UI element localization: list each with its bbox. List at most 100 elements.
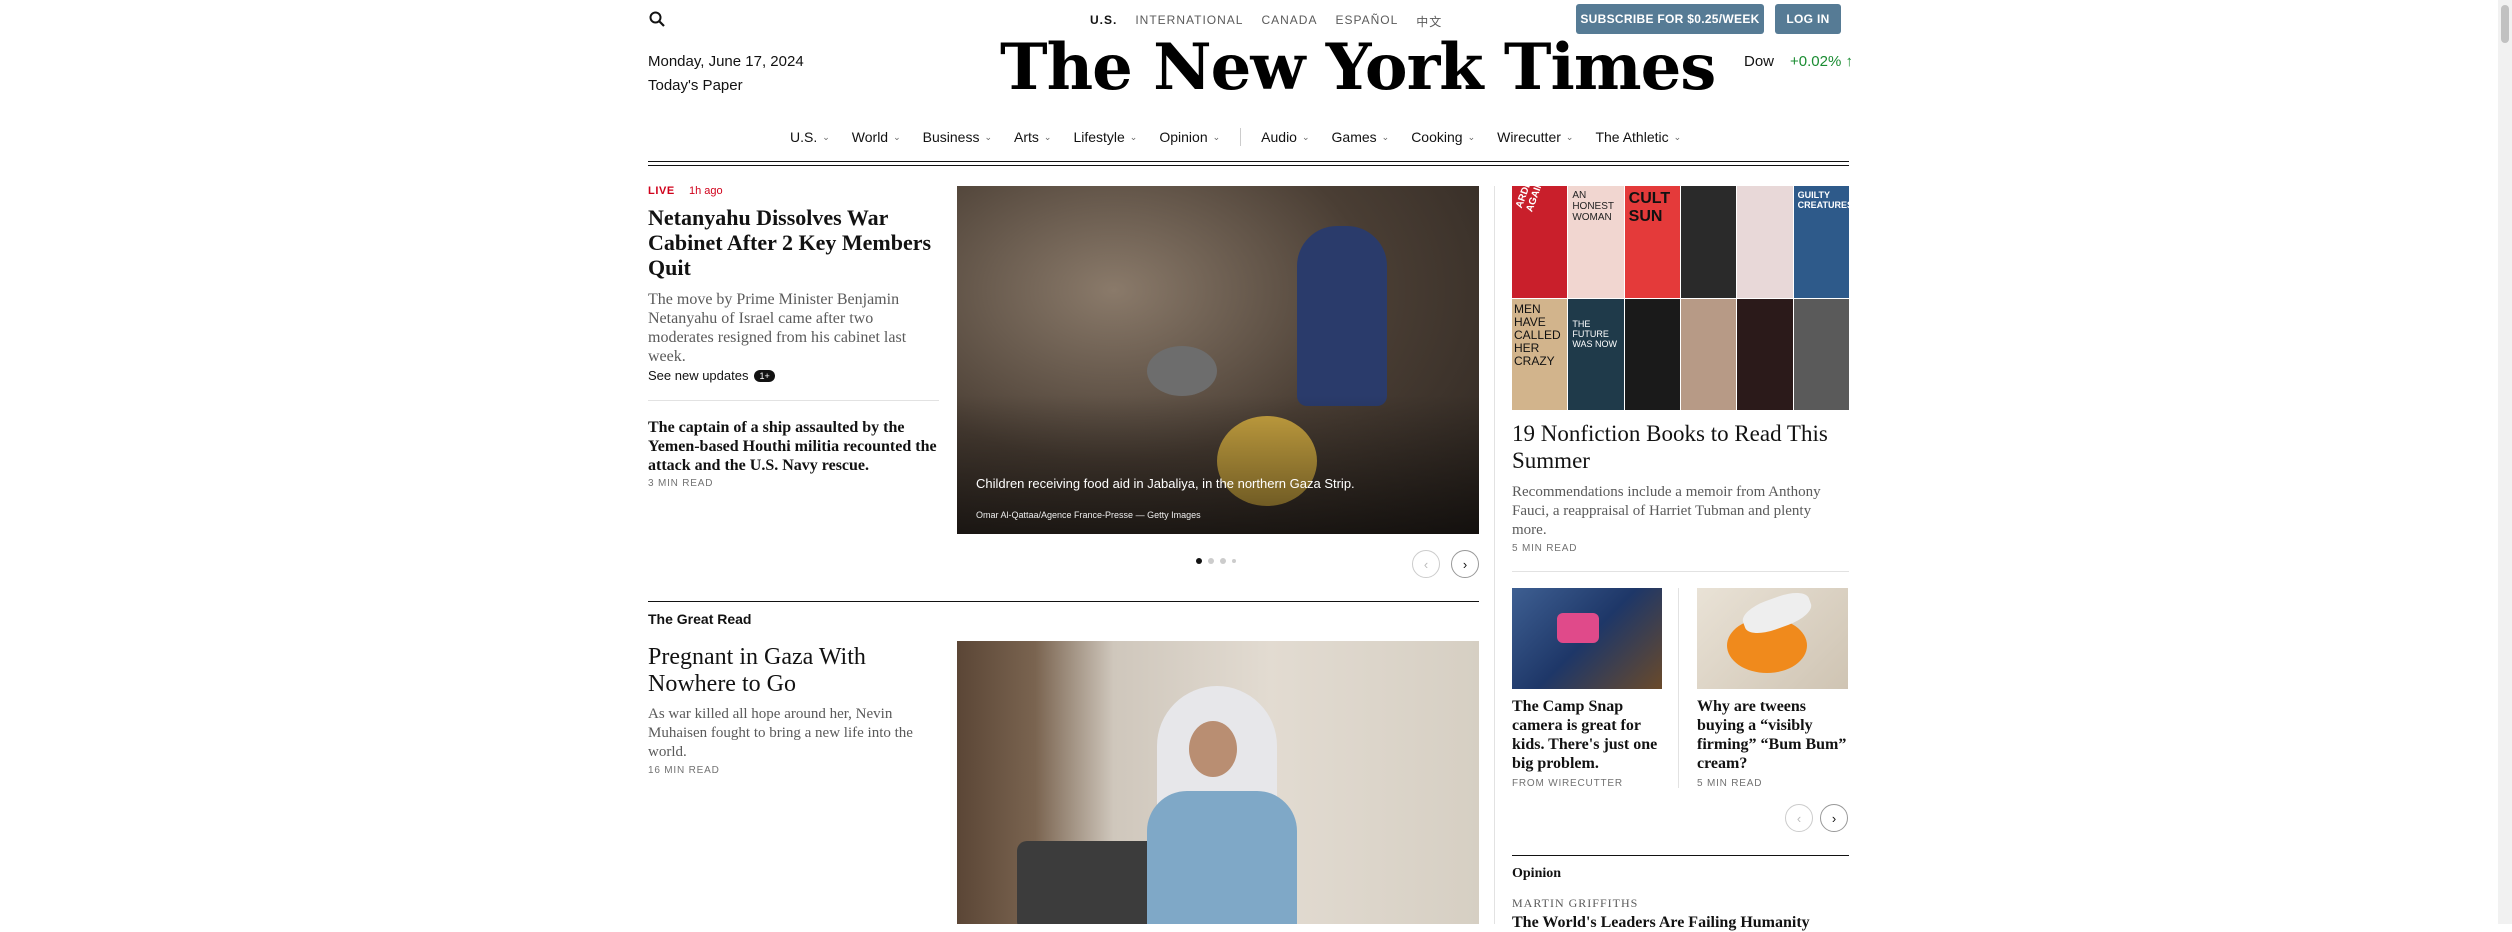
nav-divider bbox=[1240, 128, 1242, 146]
edition-international[interactable]: INTERNATIONAL bbox=[1135, 13, 1243, 30]
photo-credit: Omar Al-Qattaa/Agence France-Presse — Ge… bbox=[976, 510, 1201, 520]
chevron-down-icon: ⌄ bbox=[1129, 131, 1138, 142]
nav-item-arts[interactable]: Arts ⌄ bbox=[1014, 129, 1051, 145]
updates-count-badge: 1+ bbox=[754, 369, 775, 382]
books-headline[interactable]: 19 Nonfiction Books to Read This Summer bbox=[1512, 420, 1849, 474]
great-read-summary[interactable]: As war killed all hope around her, Nevin… bbox=[648, 705, 918, 762]
great-read-photo[interactable] bbox=[957, 641, 1479, 924]
nav-item-audio[interactable]: Audio ⌄ bbox=[1261, 129, 1309, 145]
section-label[interactable]: The Great Read bbox=[648, 611, 751, 627]
section-rule bbox=[648, 601, 1479, 602]
book-cover bbox=[1680, 298, 1737, 410]
nav-item-us[interactable]: U.S. ⌄ bbox=[790, 129, 830, 145]
nav-item-athletic[interactable]: The Athletic ⌄ bbox=[1595, 129, 1681, 145]
bum-bum-cream-photo[interactable] bbox=[1697, 588, 1848, 689]
secondary-headline[interactable]: The captain of a ship assaulted by the Y… bbox=[648, 418, 939, 475]
nav-item-label: Games bbox=[1331, 129, 1377, 145]
market-value[interactable]: +0.02% ↑ bbox=[1790, 53, 1853, 70]
lead-headline[interactable]: Netanyahu Dissolves War Cabinet After 2 … bbox=[648, 205, 938, 280]
nav-item-business[interactable]: Business ⌄ bbox=[923, 129, 992, 145]
opinion-headline[interactable]: The World's Leaders Are Failing Humanity bbox=[1512, 914, 1810, 932]
chevron-down-icon: ⌄ bbox=[1381, 131, 1390, 142]
chevron-down-icon: ⌄ bbox=[1565, 131, 1574, 142]
nav-item-world[interactable]: World ⌄ bbox=[852, 129, 901, 145]
card-headline[interactable]: The Camp Snap camera is great for kids. … bbox=[1512, 697, 1662, 773]
timestamp: 1h ago bbox=[689, 185, 723, 197]
opinion-author[interactable]: MARTIN GRIFFITHS bbox=[1512, 896, 1638, 911]
chevron-right-icon: › bbox=[1462, 556, 1468, 572]
carousel-dots bbox=[1196, 558, 1236, 564]
photo-caption: Children receiving food aid in Jabaliya,… bbox=[976, 476, 1355, 491]
edition-menu: U.S. INTERNATIONAL CANADA ESPAÑOL 中文 bbox=[1090, 13, 1442, 30]
section-rule bbox=[1512, 855, 1849, 856]
search-icon[interactable] bbox=[648, 10, 666, 28]
nav-rule bbox=[648, 165, 1849, 166]
carousel-next-button[interactable]: › bbox=[1451, 550, 1479, 578]
todays-paper-link[interactable]: Today's Paper bbox=[648, 77, 743, 94]
book-cover-text: CULT SUN bbox=[1628, 190, 1671, 225]
nav-item-games[interactable]: Games ⌄ bbox=[1332, 129, 1390, 145]
camera-shape bbox=[1557, 613, 1599, 643]
nav-rule bbox=[648, 161, 1849, 162]
current-date: Monday, June 17, 2024 bbox=[648, 53, 804, 70]
edition-chinese[interactable]: 中文 bbox=[1416, 13, 1442, 30]
section-nav: U.S. ⌄ World ⌄ Business ⌄ Arts ⌄ Lifestyle ⌄ … bbox=[790, 128, 1703, 146]
chevron-down-icon: ⌄ bbox=[1673, 131, 1682, 142]
chevron-left-icon: ‹ bbox=[1423, 556, 1429, 572]
chevron-down-icon: ⌄ bbox=[1043, 131, 1052, 142]
camp-snap-photo[interactable] bbox=[1512, 588, 1662, 689]
chevron-down-icon: ⌄ bbox=[822, 131, 830, 142]
edition-canada[interactable]: CANADA bbox=[1261, 13, 1317, 30]
chevron-down-icon: ⌄ bbox=[984, 131, 992, 142]
card-prev-button[interactable]: ‹ bbox=[1785, 804, 1813, 832]
book-cover: CULT SUN bbox=[1624, 186, 1680, 298]
chevron-down-icon: ⌄ bbox=[1301, 131, 1310, 142]
column-divider bbox=[1678, 588, 1679, 788]
book-cover-text: MEN HAVE CALLED HER CRAZY bbox=[1514, 301, 1561, 368]
carousel-dot[interactable] bbox=[1208, 558, 1214, 564]
lead-summary[interactable]: The move by Prime Minister Benjamin Neta… bbox=[648, 290, 918, 366]
book-covers-image[interactable]: ARDEN AGAIN AN HONEST WOMAN CULT SUN GUI… bbox=[1512, 173, 1853, 410]
book-cover bbox=[1737, 186, 1793, 298]
nav-item-label: Audio bbox=[1261, 129, 1297, 145]
chevron-left-icon: ‹ bbox=[1796, 810, 1802, 826]
login-button[interactable]: LOG IN bbox=[1775, 4, 1841, 34]
edition-us[interactable]: U.S. bbox=[1090, 13, 1117, 30]
see-updates-link[interactable]: See new updates 1+ bbox=[648, 368, 775, 383]
nav-item-opinion[interactable]: Opinion ⌄ bbox=[1159, 129, 1220, 145]
edition-espanol[interactable]: ESPAÑOL bbox=[1335, 13, 1398, 30]
source-label: FROM WIRECUTTER bbox=[1512, 778, 1623, 789]
lead-photo[interactable]: Children receiving food aid in Jabaliya,… bbox=[957, 186, 1479, 534]
carousel-dot[interactable] bbox=[1196, 558, 1202, 564]
scrollbar[interactable] bbox=[2498, 0, 2512, 924]
nav-item-label: Cooking bbox=[1411, 129, 1463, 145]
books-summary[interactable]: Recommendations include a memoir from An… bbox=[1512, 483, 1847, 540]
book-cover bbox=[1680, 186, 1737, 298]
nav-item-label: Opinion bbox=[1159, 129, 1208, 145]
book-cover bbox=[1624, 298, 1680, 410]
nav-item-label: Lifestyle bbox=[1073, 129, 1125, 145]
book-cover-text: AN HONEST WOMAN bbox=[1572, 190, 1614, 223]
nav-item-lifestyle[interactable]: Lifestyle ⌄ bbox=[1073, 129, 1137, 145]
book-cover: AN HONEST WOMAN bbox=[1568, 186, 1624, 298]
nav-item-wirecutter[interactable]: Wirecutter ⌄ bbox=[1497, 129, 1573, 145]
nav-item-label: The Athletic bbox=[1595, 129, 1669, 145]
opinion-label[interactable]: Opinion bbox=[1512, 866, 1561, 882]
carousel-dot[interactable] bbox=[1232, 559, 1236, 563]
masthead-logo[interactable]: The New York Times bbox=[1000, 30, 1716, 105]
nav-item-label: Arts bbox=[1014, 129, 1039, 145]
see-updates-label: See new updates bbox=[648, 368, 749, 383]
read-time: 5 MIN READ bbox=[1512, 543, 1578, 554]
market-label[interactable]: Dow bbox=[1744, 53, 1774, 70]
carousel-dot[interactable] bbox=[1220, 558, 1226, 564]
read-time: 5 MIN READ bbox=[1697, 778, 1763, 789]
nav-item-cooking[interactable]: Cooking ⌄ bbox=[1411, 129, 1475, 145]
card-headline[interactable]: Why are tweens buying a “visibly firming… bbox=[1697, 697, 1847, 773]
photo-face bbox=[1189, 721, 1237, 777]
divider bbox=[1512, 571, 1849, 572]
read-time: 3 MIN READ bbox=[648, 478, 714, 489]
carousel-prev-button[interactable]: ‹ bbox=[1412, 550, 1440, 578]
card-next-button[interactable]: › bbox=[1820, 804, 1848, 832]
great-read-headline[interactable]: Pregnant in Gaza With Nowhere to Go bbox=[648, 644, 928, 698]
scrollbar-thumb[interactable] bbox=[2501, 5, 2509, 43]
